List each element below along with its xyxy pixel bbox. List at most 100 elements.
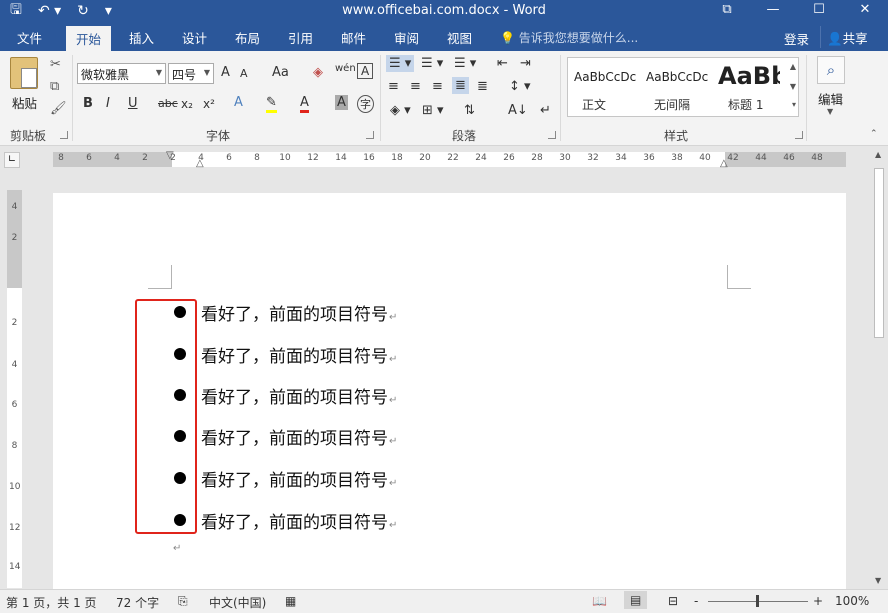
vertical-ruler[interactable]: 4 2 2 4 6 8 10 12 14 — [7, 190, 22, 588]
paragraph-mark: ↵ — [389, 436, 398, 447]
font-launcher-icon[interactable] — [366, 131, 374, 139]
chevron-down-icon[interactable]: ▼ — [827, 107, 833, 116]
paste-icon[interactable] — [10, 57, 38, 89]
tab-review[interactable]: 审阅 — [394, 28, 419, 47]
tab-design[interactable]: 设计 — [182, 28, 207, 47]
minimize-icon[interactable]: — — [750, 0, 796, 22]
character-shading-icon[interactable]: A — [335, 95, 348, 110]
bold-button[interactable]: B — [83, 96, 93, 111]
first-indent-marker-icon[interactable]: ▽ — [166, 150, 174, 161]
strikethrough-button[interactable]: abc — [158, 97, 178, 110]
sort-icon[interactable]: ⇅ — [464, 103, 475, 118]
more-styles-icon[interactable]: ▾ — [792, 100, 796, 109]
page-count[interactable]: 第 1 页，共 1 页 — [6, 594, 97, 611]
scroll-up-icon[interactable]: ▲ — [875, 150, 881, 159]
tab-home[interactable]: 开始 — [66, 26, 112, 51]
asian-layout-icon[interactable]: A↓ — [508, 103, 528, 118]
text-effects-icon[interactable]: A — [234, 95, 243, 110]
zoom-out-button[interactable]: - — [694, 594, 698, 608]
increase-indent-icon[interactable]: ⇥ — [520, 56, 531, 71]
clear-formatting-icon[interactable]: ◈ — [313, 65, 323, 80]
word-count[interactable]: 72 个字 — [116, 594, 159, 611]
bullets-icon[interactable]: ☰ ▾ — [386, 55, 415, 72]
format-painter-icon[interactable]: 🖌 — [50, 101, 67, 116]
tab-layout[interactable]: 布局 — [235, 28, 260, 47]
tab-selector-icon[interactable]: ∟ — [4, 152, 20, 168]
ribbon-display-icon[interactable]: ⧉ — [704, 0, 750, 22]
align-left-icon[interactable]: ≡ — [388, 79, 399, 94]
align-center-icon[interactable]: ≡ — [410, 79, 421, 94]
tab-references[interactable]: 引用 — [288, 28, 313, 47]
character-border-button[interactable]: A — [357, 63, 374, 79]
highlight-icon[interactable]: ✎ — [266, 95, 277, 113]
scroll-up-icon[interactable]: ▲ — [790, 62, 796, 71]
multilevel-list-icon[interactable]: ☰ ▾ — [454, 56, 476, 71]
change-case-button[interactable]: Aa — [272, 65, 289, 80]
paragraph-launcher-icon[interactable] — [548, 131, 556, 139]
style-heading-1[interactable]: AaBb 标题 1 — [714, 58, 786, 116]
share-button[interactable]: 👤共享 — [820, 26, 874, 48]
ruler-tick-label: 14 — [335, 153, 347, 163]
justify-icon[interactable]: ≣ — [452, 77, 469, 94]
clipboard-launcher-icon[interactable] — [60, 131, 68, 139]
grow-font-button[interactable]: A — [221, 65, 230, 80]
zoom-in-button[interactable]: + — [813, 594, 823, 608]
style-normal[interactable]: AaBbCcDc 正文 — [568, 58, 640, 116]
macro-icon[interactable]: ▦ — [285, 594, 296, 608]
tab-mailings[interactable]: 邮件 — [341, 28, 366, 47]
underline-button[interactable]: U — [128, 96, 138, 111]
phonetic-guide-button[interactable]: wén — [335, 63, 356, 74]
paste-button-label[interactable]: 粘贴 — [12, 93, 37, 112]
show-marks-icon[interactable]: ↵ — [540, 103, 551, 118]
proofing-icon[interactable]: ⎘ — [178, 594, 188, 609]
style-no-spacing[interactable]: AaBbCcDc 无间隔 — [640, 58, 712, 116]
styles-launcher-icon[interactable] — [795, 131, 803, 139]
tab-view[interactable]: 视图 — [447, 28, 472, 47]
decrease-indent-icon[interactable]: ⇤ — [497, 56, 508, 71]
superscript-button[interactable]: x² — [203, 97, 215, 111]
read-mode-icon[interactable]: 📖 — [592, 594, 607, 608]
font-name-select[interactable]: 微软雅黑 ▼ — [77, 63, 166, 84]
search-icon[interactable]: ⌕ — [817, 56, 845, 84]
vertical-scrollbar[interactable]: ▲ ▼ — [870, 146, 888, 589]
web-layout-icon[interactable]: ⊟ — [668, 594, 678, 608]
divider — [806, 55, 807, 141]
tell-me-search[interactable]: 💡 告诉我您想要做什么... — [500, 29, 638, 46]
print-layout-icon[interactable]: ▤ — [624, 591, 648, 609]
font-group-label: 字体 — [206, 129, 231, 143]
right-indent-marker-icon[interactable]: △ — [720, 158, 728, 169]
document-page[interactable]: 看好了，前面的项目符号↵ 看好了，前面的项目符号↵ 看好了，前面的项目符号↵ 看好了，… — [53, 193, 846, 589]
zoom-level[interactable]: 100% — [835, 594, 869, 608]
ruler-tick-label: 2 — [11, 318, 18, 328]
close-icon[interactable]: ✕ — [842, 0, 888, 22]
shading-icon[interactable]: ◈ ▾ — [390, 103, 411, 118]
line-spacing-icon[interactable]: ↕ ▾ — [509, 79, 531, 94]
language-indicator[interactable]: 中文(中国) — [209, 594, 266, 611]
paragraph-mark: ↵ — [389, 312, 398, 323]
scroll-down-icon[interactable]: ▼ — [875, 576, 881, 585]
borders-icon[interactable]: ⊞ ▾ — [422, 103, 444, 118]
horizontal-ruler[interactable]: 8 6 4 2 2 4 6 8 10 12 14 16 18 20 22 24 26 28 30 32 34 36 38 40… — [53, 150, 846, 169]
ruler-tick-label: 4 — [11, 360, 18, 370]
cut-icon[interactable]: ✂ — [50, 57, 61, 72]
copy-icon[interactable]: ⧉ — [50, 79, 59, 94]
font-color-icon[interactable]: A — [300, 95, 309, 113]
subscript-button[interactable]: x₂ — [181, 97, 193, 111]
maximize-icon[interactable]: ☐ — [796, 0, 842, 22]
font-size-select[interactable]: 四号 ▼ — [168, 63, 214, 84]
shrink-font-button[interactable]: A — [240, 67, 248, 80]
italic-button[interactable]: I — [106, 96, 110, 111]
enclose-characters-icon[interactable]: 字 — [357, 95, 374, 113]
numbering-icon[interactable]: ☰ ▾ — [421, 56, 443, 71]
scroll-thumb[interactable] — [874, 168, 884, 338]
hanging-indent-marker-icon[interactable]: △ — [196, 158, 204, 169]
editing-button-label[interactable]: 编辑 — [818, 89, 843, 108]
zoom-slider-thumb[interactable] — [756, 595, 759, 607]
distributed-icon[interactable]: ≣ — [477, 79, 488, 94]
collapse-ribbon-icon[interactable]: ⌃ — [870, 129, 878, 139]
login-link[interactable]: 登录 — [784, 29, 809, 48]
scroll-down-icon[interactable]: ▼ — [790, 82, 796, 91]
tab-file[interactable]: 文件 — [17, 28, 42, 47]
align-right-icon[interactable]: ≡ — [432, 79, 443, 94]
tab-insert[interactable]: 插入 — [129, 28, 154, 47]
